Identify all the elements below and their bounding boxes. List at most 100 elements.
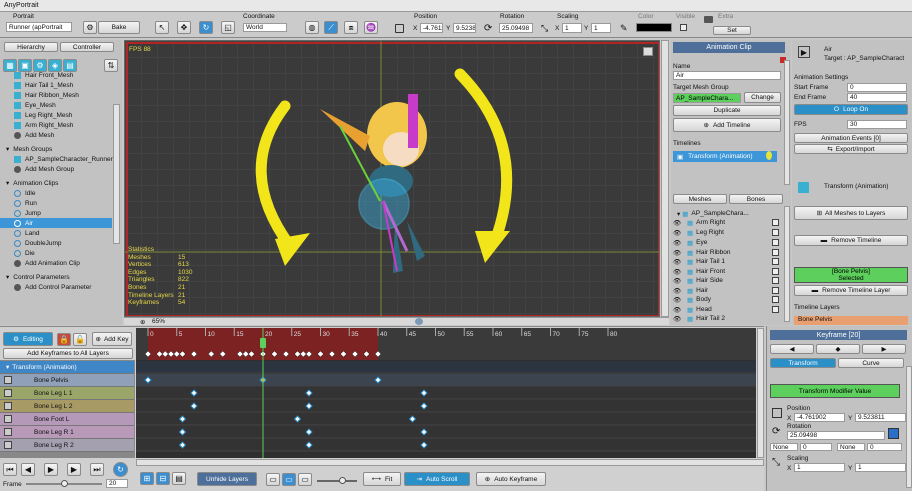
eye-icon[interactable]: 👁 (673, 268, 687, 276)
editing-toggle[interactable]: ⚙ Editing (3, 332, 53, 346)
scaling-y-field[interactable]: 1 (591, 23, 611, 33)
current-keyframe-button[interactable]: ◆ (816, 344, 860, 354)
track-header-0[interactable]: ▾ Transform (Animation) (0, 361, 134, 374)
timeline-zoom-thumb[interactable] (339, 477, 346, 484)
kf-position-x-field[interactable]: -4.761902 (794, 413, 845, 422)
tree-mesh-2[interactable]: Hair Ribbon_Mesh (0, 90, 122, 100)
unlock-icon[interactable]: 🔓 (73, 333, 87, 346)
lock-icon[interactable]: 🔒 (57, 333, 71, 346)
timeline-item-transform[interactable]: ▣ Transform (Animation) (673, 151, 777, 162)
clip-name-input[interactable]: Air (673, 71, 781, 80)
viewport-hscroll-thumb[interactable] (415, 318, 423, 325)
mesh-check-1[interactable] (772, 229, 779, 236)
next-frame-icon[interactable]: ▶ (67, 463, 81, 476)
next-keyframe-button[interactable]: ▶ (862, 344, 906, 354)
fps-field[interactable]: 30 (847, 120, 907, 129)
timeline-view-icon-3[interactable]: ▤ (172, 472, 186, 485)
timeline-view-icon-1[interactable]: ⊞ (140, 472, 154, 485)
position-y-field[interactable]: 9.5238 (453, 23, 476, 33)
gear-icon[interactable]: ⚙ (83, 21, 97, 34)
tree-mesh-5[interactable]: Arm Right_Mesh (0, 120, 122, 130)
layout-large-icon[interactable]: ▭ (298, 473, 312, 486)
timeline-view-icon-2[interactable]: ⊟ (156, 472, 170, 485)
tree-meshgroup-0[interactable]: AP_SampleCharacter_Runner (0, 154, 122, 164)
eye-icon[interactable]: 👁 (673, 239, 687, 247)
select-tool-icon[interactable]: ↖ (155, 21, 169, 34)
mesh-check-9[interactable] (772, 306, 779, 313)
rotation-field[interactable]: 25.09498 (499, 23, 533, 33)
mesh-groups-header[interactable]: ▾ Mesh Groups (0, 144, 122, 154)
kf-scaling-x-field[interactable]: 1 (794, 463, 845, 472)
move-tool-icon[interactable]: ✥ (177, 21, 191, 34)
add-mesh-group-item[interactable]: Add Mesh Group (0, 164, 122, 174)
rotate-tool-icon[interactable]: ↻ (199, 21, 213, 34)
tree-mesh-4[interactable]: Leg Right_Mesh (0, 110, 122, 120)
anim-clip-doublejump[interactable]: DoubleJump (0, 238, 122, 248)
bone-view-icon[interactable]: ♒ (364, 21, 378, 34)
set-button[interactable]: Set (713, 26, 751, 35)
eye-icon[interactable]: 👁 (673, 229, 687, 237)
last-frame-icon[interactable]: ⏭ (90, 463, 104, 476)
track-header-4[interactable]: Bone Foot L (0, 413, 134, 426)
viewport-vscroll[interactable] (661, 40, 669, 317)
auto-keyframe-button[interactable]: ⊕ Auto Keyframe (476, 472, 546, 486)
add-timeline-button[interactable]: ⊕ Add Timeline (673, 118, 781, 132)
add-control-param-item[interactable]: Add Control Parameter (0, 282, 122, 292)
animation-events-button[interactable]: Animation Events [0] (794, 133, 908, 143)
duplicate-button[interactable]: Duplicate (673, 105, 781, 116)
all-meshes-to-layers-button[interactable]: ⊞ All Meshes to Layers (794, 206, 908, 220)
track-header-6[interactable]: Bone Leg R 2 (0, 439, 134, 452)
track-header-1[interactable]: Bone Pelvis (0, 374, 134, 387)
eye-icon[interactable]: 👁 (673, 258, 687, 266)
anim-clip-die[interactable]: Die (0, 248, 122, 258)
kf-scaling-y-field[interactable]: 1 (855, 463, 906, 472)
control-params-header[interactable]: ▾ Control Parameters (0, 272, 122, 282)
prev-frame-icon[interactable]: ◀ (21, 463, 35, 476)
lightbulb-icon[interactable] (766, 151, 772, 160)
clip-panel-scroll[interactable] (784, 60, 790, 185)
scaling-x-field[interactable]: 1 (562, 23, 582, 33)
onion-skin-icon[interactable]: ◍ (305, 21, 319, 34)
anim-clip-run[interactable]: Run (0, 198, 122, 208)
none-value-1[interactable]: 0 (800, 443, 832, 451)
anim-clip-idle[interactable]: Idle (0, 188, 122, 198)
play-clip-icon[interactable]: ▶ (798, 46, 810, 58)
timeline-zoom-slider[interactable] (317, 477, 357, 484)
change-button[interactable]: Change (744, 92, 781, 103)
tab-curve[interactable]: Curve (838, 358, 904, 368)
eye-icon[interactable]: 👁 (673, 315, 687, 323)
add-animation-clip-item[interactable]: Add Animation Clip (0, 258, 122, 268)
track-header-3[interactable]: Bone Leg L 2 (0, 400, 134, 413)
timeline-canvas-wrap[interactable]: 0 5 10 15 20 25 30 35 40 45 50 55 60 65 70 75 80 (136, 328, 756, 458)
unhide-layers-button[interactable]: Unhide Layers (197, 472, 257, 486)
loop-playback-icon[interactable]: ↻ (113, 462, 128, 477)
tab-hierarchy[interactable]: Hierarchy (4, 42, 58, 52)
end-frame-field[interactable]: 40 (847, 93, 907, 102)
tab-bones[interactable]: Bones (729, 194, 783, 204)
tree-mesh-0[interactable]: Hair Front_Mesh (0, 70, 122, 80)
bake-button[interactable]: Bake (98, 21, 140, 34)
fit-button[interactable]: ⟷ Fit (363, 472, 401, 486)
rotation-lock-icon[interactable] (888, 428, 899, 439)
tab-controller[interactable]: Controller (60, 42, 114, 52)
mesh-check-5[interactable] (772, 268, 779, 275)
add-key-button[interactable]: ⊕ Add Key (92, 332, 132, 346)
start-frame-field[interactable]: 0 (847, 83, 907, 92)
mesh-root-row[interactable]: ▾ ▦ AP_SampleChara... (673, 209, 789, 218)
tree-mesh-1[interactable]: Hair Tail 1_Mesh (0, 80, 122, 90)
tab-transform[interactable]: Transform (770, 358, 836, 368)
portrait-selector[interactable]: Runner (apPortrait (6, 22, 72, 32)
anim-clip-jump[interactable]: Jump (0, 208, 122, 218)
add-keyframes-all-layers-button[interactable]: Add Keyframes to All Layers (3, 348, 133, 359)
mesh-view-icon[interactable]: ⧈ (344, 21, 358, 34)
remove-timeline-button[interactable]: ▬ Remove Timeline (794, 235, 908, 246)
viewport-corner-icon[interactable] (643, 47, 653, 56)
coordinate-dropdown[interactable]: World (243, 23, 287, 32)
keyframe-panel-scroll[interactable] (906, 366, 912, 488)
auto-scroll-button[interactable]: ⇥ Auto Scroll (404, 472, 470, 486)
first-frame-icon[interactable]: ⏮ (3, 463, 17, 476)
export-import-button[interactable]: ⇆ Export/Import (794, 144, 908, 154)
eye-icon[interactable]: 👁 (673, 219, 687, 227)
eye-icon[interactable]: 👁 (673, 287, 687, 295)
eye-icon[interactable]: 👁 (673, 249, 687, 257)
